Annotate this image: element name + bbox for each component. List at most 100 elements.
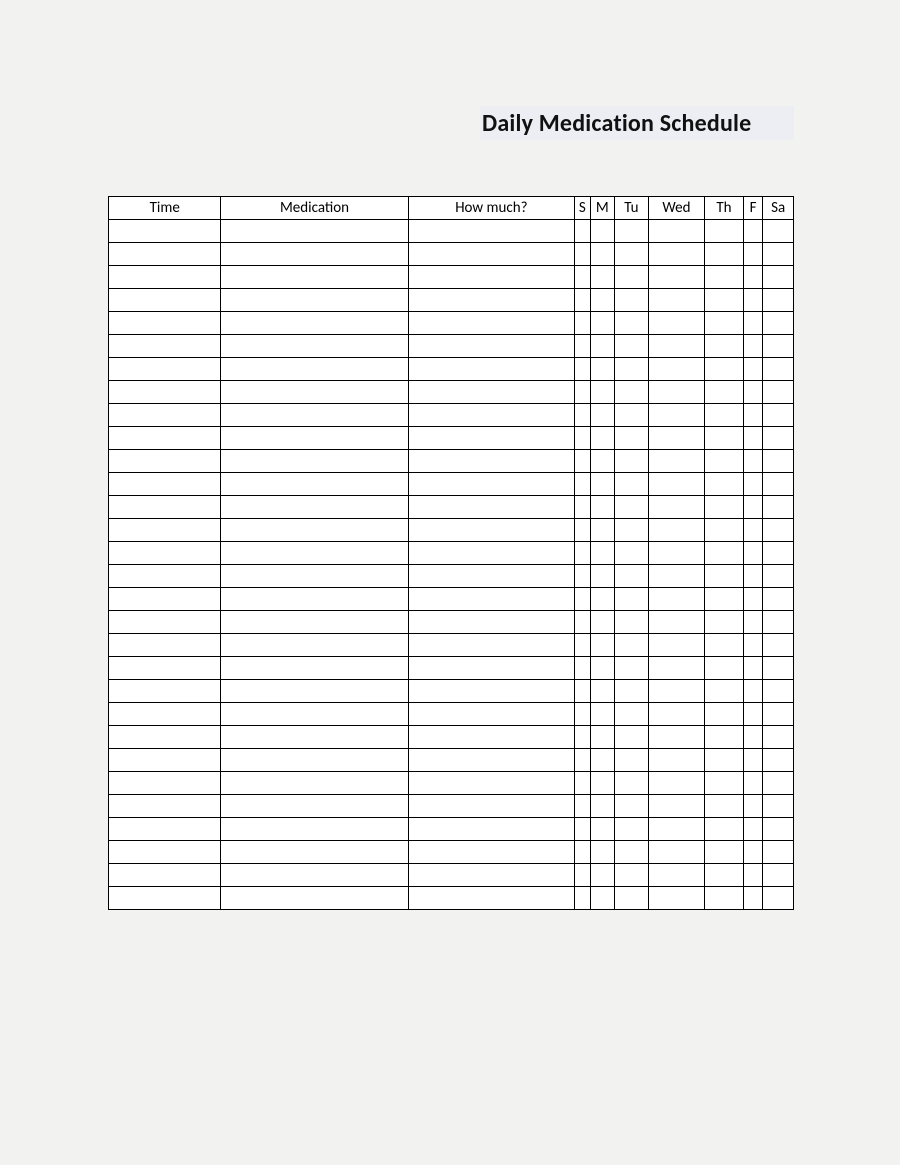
cell[interactable] [705,588,744,611]
cell[interactable] [590,818,615,841]
cell[interactable] [743,588,762,611]
cell[interactable] [763,542,794,565]
cell[interactable] [615,749,649,772]
cell[interactable] [705,542,744,565]
cell[interactable] [615,450,649,473]
cell[interactable] [575,358,590,381]
cell[interactable] [221,772,408,795]
cell[interactable] [408,473,575,496]
cell[interactable] [615,818,649,841]
cell[interactable] [743,841,762,864]
cell[interactable] [705,220,744,243]
cell[interactable] [590,381,615,404]
cell[interactable] [615,588,649,611]
cell[interactable] [763,427,794,450]
cell[interactable] [590,519,615,542]
cell[interactable] [221,634,408,657]
cell[interactable] [575,381,590,404]
cell[interactable] [705,335,744,358]
cell[interactable] [743,634,762,657]
cell[interactable] [763,404,794,427]
cell[interactable] [221,381,408,404]
cell[interactable] [109,473,221,496]
cell[interactable] [648,588,704,611]
cell[interactable] [590,749,615,772]
cell[interactable] [743,864,762,887]
cell[interactable] [648,680,704,703]
cell[interactable] [763,795,794,818]
cell[interactable] [109,519,221,542]
cell[interactable] [743,542,762,565]
cell[interactable] [763,335,794,358]
cell[interactable] [575,772,590,795]
cell[interactable] [705,795,744,818]
cell[interactable] [763,841,794,864]
cell[interactable] [408,312,575,335]
cell[interactable] [408,289,575,312]
cell[interactable] [590,611,615,634]
cell[interactable] [648,887,704,910]
cell[interactable] [705,243,744,266]
cell[interactable] [575,496,590,519]
cell[interactable] [648,749,704,772]
cell[interactable] [221,841,408,864]
cell[interactable] [705,611,744,634]
cell[interactable] [221,335,408,358]
cell[interactable] [109,818,221,841]
cell[interactable] [221,243,408,266]
cell[interactable] [615,657,649,680]
cell[interactable] [705,634,744,657]
cell[interactable] [590,243,615,266]
cell[interactable] [408,818,575,841]
cell[interactable] [705,312,744,335]
cell[interactable] [109,450,221,473]
cell[interactable] [615,795,649,818]
cell[interactable] [705,266,744,289]
cell[interactable] [743,795,762,818]
cell[interactable] [763,450,794,473]
cell[interactable] [590,680,615,703]
cell[interactable] [648,427,704,450]
cell[interactable] [705,887,744,910]
cell[interactable] [763,680,794,703]
cell[interactable] [575,450,590,473]
cell[interactable] [590,358,615,381]
cell[interactable] [763,818,794,841]
cell[interactable] [615,703,649,726]
cell[interactable] [743,496,762,519]
cell[interactable] [705,381,744,404]
cell[interactable] [648,542,704,565]
cell[interactable] [221,358,408,381]
cell[interactable] [109,887,221,910]
cell[interactable] [615,634,649,657]
cell[interactable] [221,726,408,749]
cell[interactable] [221,887,408,910]
cell[interactable] [648,726,704,749]
cell[interactable] [575,634,590,657]
cell[interactable] [221,611,408,634]
cell[interactable] [109,634,221,657]
cell[interactable] [408,726,575,749]
cell[interactable] [743,427,762,450]
cell[interactable] [763,703,794,726]
cell[interactable] [648,565,704,588]
cell[interactable] [743,680,762,703]
cell[interactable] [109,841,221,864]
cell[interactable] [408,657,575,680]
cell[interactable] [648,381,704,404]
cell[interactable] [743,703,762,726]
cell[interactable] [615,726,649,749]
cell[interactable] [575,841,590,864]
cell[interactable] [590,703,615,726]
cell[interactable] [575,427,590,450]
cell[interactable] [743,473,762,496]
cell[interactable] [408,220,575,243]
cell[interactable] [221,680,408,703]
cell[interactable] [109,703,221,726]
cell[interactable] [575,542,590,565]
cell[interactable] [705,496,744,519]
cell[interactable] [763,588,794,611]
cell[interactable] [763,864,794,887]
cell[interactable] [705,450,744,473]
cell[interactable] [705,657,744,680]
